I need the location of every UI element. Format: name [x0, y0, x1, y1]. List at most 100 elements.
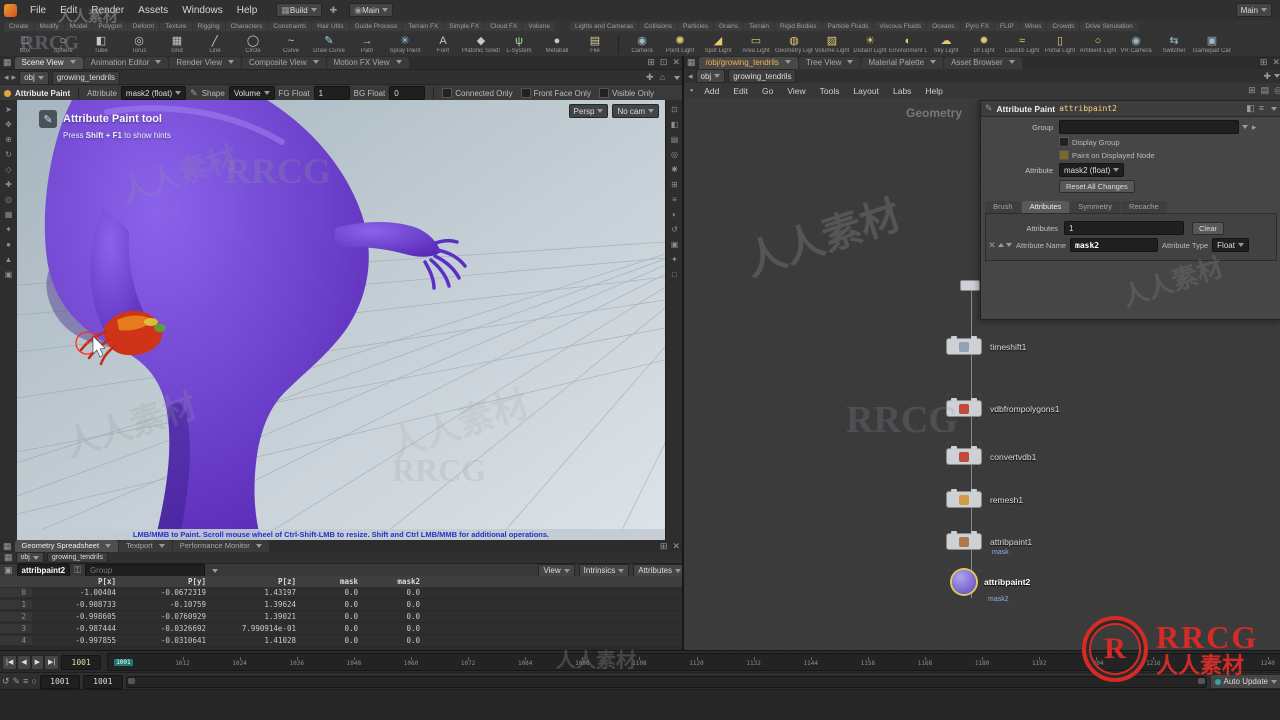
spreadsheet-row[interactable]: 1 -0.908733 -0.10759 1.39624 0.0 0.0: [0, 599, 682, 611]
shelf-tool[interactable]: ◐ Environment Light: [889, 35, 927, 54]
menu-item[interactable]: Assets: [131, 5, 175, 16]
star-icon[interactable]: ✦: [671, 256, 678, 264]
shelf-tool[interactable]: ▯ Portal Light: [1041, 35, 1079, 54]
shelf-tab[interactable]: Particle Fluids: [822, 22, 874, 31]
shelf-tool[interactable]: ▣ Gamepad Camera: [1193, 35, 1231, 54]
pane-menu-icon[interactable]: ▦: [3, 58, 12, 67]
network-menu-item[interactable]: Help: [918, 86, 949, 96]
shelf-tab[interactable]: FLIP: [995, 22, 1019, 31]
shelf-tool[interactable]: ◢ Spot Light: [699, 35, 737, 54]
shelf-tab[interactable]: Grains: [713, 22, 744, 31]
pane-tab[interactable]: Render View: [169, 56, 241, 69]
pin-network-icon[interactable]: ▪: [690, 86, 693, 95]
shelf-tab[interactable]: Crowds: [1047, 22, 1080, 31]
shelf-tool[interactable]: ╱ Line: [196, 35, 234, 54]
shelf-tab[interactable]: Polygon: [93, 22, 127, 31]
group-select-icon[interactable]: ▸: [1252, 122, 1257, 132]
menu-item[interactable]: Render: [84, 5, 131, 16]
network-menu-item[interactable]: Tools: [813, 86, 847, 96]
shelf-tool[interactable]: ▤ File: [576, 35, 614, 54]
shelf-tab[interactable]: Deform: [127, 22, 160, 31]
key-tool-icon[interactable]: ●: [6, 241, 11, 249]
snap-grid-icon[interactable]: ⊞: [1248, 86, 1256, 95]
desktop-selector[interactable]: ▦ Build: [276, 3, 322, 17]
path-root-chip[interactable]: obj: [695, 69, 726, 83]
pose-tool-icon[interactable]: ✥: [5, 121, 12, 129]
rotate-tool-icon[interactable]: ↻: [5, 151, 12, 159]
column-header[interactable]: P[y]: [122, 577, 212, 586]
network-canvas[interactable]: Geometry timeshift1 vdbfrompolygons1 con…: [684, 98, 1280, 650]
path-root-chip[interactable]: obj: [19, 70, 49, 85]
pan-icon[interactable]: ✱: [671, 166, 678, 174]
node-remesh1[interactable]: remesh1: [946, 489, 1023, 508]
shelf-tool[interactable]: ☁ Sky Light: [927, 35, 965, 54]
shelf-tab[interactable]: Texture: [160, 22, 192, 31]
shelf-tool[interactable]: ≈ Caustic Light: [1003, 35, 1041, 54]
pane-tab[interactable]: Animation Editor: [83, 56, 169, 69]
shelf-tab[interactable]: Guide Process: [349, 22, 403, 31]
shelf-tab[interactable]: Create: [4, 22, 34, 31]
wireframe-icon[interactable]: ▤: [671, 136, 679, 144]
paint-displayed-row[interactable]: Paint on Displayed Node: [1059, 150, 1280, 160]
spreadsheet-row[interactable]: 3 -0.987444 -0.0326692 7.990914e-01 0.0 …: [0, 623, 682, 635]
node-convertvdb1[interactable]: convertvdb1: [946, 446, 1036, 465]
shelf-tool[interactable]: ● Metaball: [538, 35, 576, 54]
network-menu-item[interactable]: Add: [697, 86, 726, 96]
bg-input[interactable]: 0: [389, 86, 426, 100]
node-attribpaint2-selected[interactable]: attribpaint2 mask2: [952, 570, 1030, 603]
history-back-icon[interactable]: ◂: [4, 73, 9, 82]
home-icon[interactable]: ⌂: [660, 73, 665, 82]
close-pane-icon[interactable]: ✕: [1272, 58, 1280, 67]
shelf-tab[interactable]: Pyro FX: [960, 22, 995, 31]
range-end-field[interactable]: 1001: [82, 674, 123, 689]
spreadsheet-row[interactable]: 2 -0.998605 -0.0760929 1.39021 0.0 0.0: [0, 611, 682, 623]
shelf-tab[interactable]: Modify: [34, 22, 64, 31]
shelf-tool[interactable]: → Path: [348, 35, 386, 54]
menu-item[interactable]: Help: [230, 5, 265, 16]
paint-option-checkbox[interactable]: Visible Only: [598, 88, 654, 98]
main-selector[interactable]: ◉ Main: [349, 3, 394, 17]
handles-tool-icon[interactable]: ✚: [5, 181, 12, 189]
node-vdbfrompolygons1[interactable]: vdbfrompolygons1: [946, 398, 1059, 417]
shelf-tool[interactable]: ψ L-System: [500, 35, 538, 54]
split-pane-icon[interactable]: ⊞: [1260, 58, 1268, 67]
attributes-count-input[interactable]: 1: [1064, 221, 1184, 235]
reset-all-changes-button[interactable]: Reset All Changes: [1059, 180, 1135, 193]
column-header[interactable]: P[x]: [32, 577, 122, 586]
audio-icon[interactable]: ≡: [23, 677, 28, 686]
shelf-tab[interactable]: Rigid Bodies: [775, 22, 822, 31]
add-desktop-icon[interactable]: ✚: [330, 5, 338, 15]
shelf-tab[interactable]: Particles: [678, 22, 713, 31]
shelf-tab[interactable]: Lights and Cameras: [570, 22, 639, 31]
scale-tool-icon[interactable]: ◇: [5, 166, 11, 174]
shelf-tool[interactable]: ◉ VR Camera: [1117, 35, 1155, 54]
pin-icon[interactable]: ✚: [646, 73, 654, 82]
current-frame-field[interactable]: 1001: [61, 654, 102, 670]
node-attribpaint1[interactable]: attribpaint1 mask: [946, 531, 1032, 556]
shelf-tool[interactable]: ◍ Geometry Light: [775, 35, 813, 54]
remove-attr-icon[interactable]: ✕: [986, 240, 998, 250]
lock-icon[interactable]: ⚿: [74, 566, 81, 575]
network-menu-item[interactable]: Go: [755, 86, 780, 96]
paint-option-checkbox[interactable]: Front Face Only: [520, 88, 591, 98]
lighting-icon[interactable]: ◐: [672, 211, 677, 219]
keyframe-icon[interactable]: ✎: [13, 677, 21, 686]
shelf-tool[interactable]: ○ Sphere: [44, 35, 82, 54]
view-type-dropdown[interactable]: Persp: [568, 104, 609, 118]
parameter-node-name[interactable]: attribpaint2: [1059, 104, 1117, 113]
shelf-tool[interactable]: ○ Ambient Light: [1079, 35, 1117, 54]
menu-item[interactable]: Windows: [175, 5, 230, 16]
shelf-tool[interactable]: ◯ Circle: [234, 35, 272, 54]
node-stub[interactable]: [960, 280, 980, 291]
shelf-tool[interactable]: ▨ Volume Light: [813, 35, 851, 54]
pane-tab[interactable]: Motion FX View: [326, 56, 409, 69]
attribute-type-select[interactable]: Float: [1212, 238, 1249, 252]
shelf-tool[interactable]: ⇆ Switcher: [1155, 35, 1193, 54]
translate-tool-icon[interactable]: ⊕: [5, 136, 12, 144]
loop-mode-icon[interactable]: ↺: [2, 677, 10, 686]
menu-item[interactable]: Edit: [53, 5, 84, 16]
column-header[interactable]: mask2: [364, 577, 426, 586]
history-fwd-icon[interactable]: ▸: [12, 73, 17, 82]
shelf-tool[interactable]: ◆ Platonic Solids: [462, 35, 500, 54]
close-pane-icon[interactable]: ✕: [672, 58, 680, 67]
